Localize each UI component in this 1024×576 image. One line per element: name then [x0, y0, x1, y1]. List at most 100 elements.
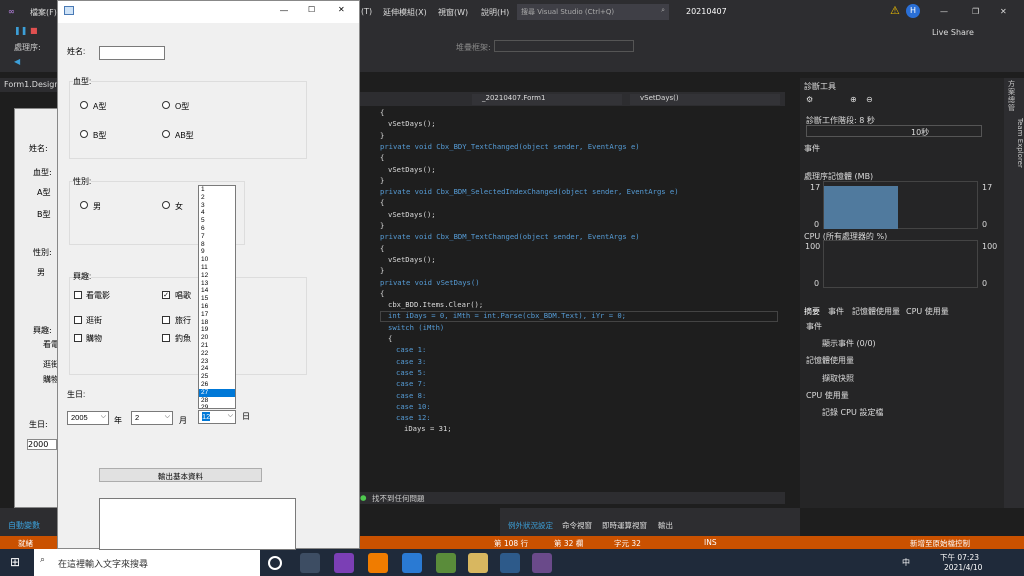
day-option[interactable]: 27: [199, 388, 235, 397]
output-textbox[interactable]: [99, 498, 296, 550]
day-combo[interactable]: 12 ⌵: [198, 410, 236, 424]
settings-icon[interactable]: ⚙: [806, 95, 813, 104]
day-option[interactable]: 19: [199, 326, 235, 334]
day-option[interactable]: 1: [199, 186, 235, 194]
hobby-movie-checkbox[interactable]: [74, 291, 82, 299]
day-option[interactable]: 26: [199, 381, 235, 389]
file-explorer-icon[interactable]: [468, 553, 488, 573]
app-icon-3[interactable]: [500, 553, 520, 573]
code-editor[interactable]: {vSetDays();} private void Cbx_BDY_TextCh…: [360, 106, 785, 492]
windows-start-icon[interactable]: ⊞: [10, 555, 20, 569]
taskbar-search[interactable]: ⌕ 在這裡輸入文字來搜尋: [34, 549, 260, 576]
blood-o-radio[interactable]: [162, 101, 170, 109]
day-option[interactable]: 16: [199, 303, 235, 311]
month-combo[interactable]: 2 ⌵: [131, 411, 173, 425]
form-minimize-icon[interactable]: —: [280, 6, 288, 15]
show-events-link[interactable]: 顯示事件 (0/0): [822, 338, 876, 349]
day-option[interactable]: 3: [199, 202, 235, 210]
day-option[interactable]: 25: [199, 373, 235, 381]
hobby-sing-checkbox[interactable]: ✓: [162, 291, 170, 299]
hobby-shopping-street-checkbox[interactable]: [74, 316, 82, 324]
team-explorer-tab[interactable]: Team Explorer: [1014, 118, 1024, 198]
day-option[interactable]: 24: [199, 365, 235, 373]
pause-icon[interactable]: ❚❚: [14, 26, 27, 35]
solution-explorer-tab[interactable]: 方案總管: [1008, 80, 1018, 112]
day-option[interactable]: 8: [199, 241, 235, 249]
xampp-icon[interactable]: [368, 553, 388, 573]
gender-female-radio[interactable]: [162, 201, 170, 209]
day-option[interactable]: 10: [199, 256, 235, 264]
blood-a-radio[interactable]: [80, 101, 88, 109]
menu-window[interactable]: 視窗(W): [438, 7, 468, 18]
year-combo[interactable]: 2005 ⌵: [67, 411, 109, 425]
app-icon-2[interactable]: [436, 553, 456, 573]
member-combo[interactable]: vSetDays(): [630, 94, 780, 105]
tab-form1-designer[interactable]: Form1.Design: [0, 78, 60, 92]
menu-tools[interactable]: (T): [361, 7, 372, 16]
day-option[interactable]: 9: [199, 248, 235, 256]
day-option[interactable]: 29: [199, 404, 235, 408]
tab-events[interactable]: 事件: [828, 306, 844, 317]
restore-icon[interactable]: ❐: [972, 7, 979, 16]
app-icon-4[interactable]: [532, 553, 552, 573]
tab-exceptions[interactable]: 例外狀況設定: [508, 520, 553, 531]
task-view-icon[interactable]: [300, 553, 320, 573]
stack-frame-combo[interactable]: [494, 40, 634, 52]
zoom-in-icon[interactable]: ⊕: [850, 95, 857, 104]
day-option[interactable]: 20: [199, 334, 235, 342]
hobby-fishing-checkbox[interactable]: [162, 334, 170, 342]
day-dropdown-list[interactable]: 1 2 3 4 5 6 7 8 9 10 11 12 13 14 15 16 17 18 19 20 21 22 23 24 2…: [198, 185, 236, 409]
tab-memory[interactable]: 記憶體使用量: [852, 306, 900, 317]
name-input[interactable]: [99, 46, 165, 60]
back-icon[interactable]: ◀: [14, 57, 20, 66]
day-option[interactable]: 5: [199, 217, 235, 225]
tab-output[interactable]: 輸出: [658, 520, 673, 531]
record-cpu-button[interactable]: 記錄 CPU 設定檔: [822, 407, 883, 418]
cortana-icon[interactable]: [268, 556, 282, 570]
day-option[interactable]: 14: [199, 287, 235, 295]
day-option[interactable]: 17: [199, 311, 235, 319]
visual-studio-icon[interactable]: [334, 553, 354, 573]
tab-cpu[interactable]: CPU 使用量: [906, 306, 949, 317]
day-option[interactable]: 15: [199, 295, 235, 303]
hobby-travel-checkbox[interactable]: [162, 316, 170, 324]
day-option[interactable]: 11: [199, 264, 235, 272]
ime-indicator[interactable]: 中: [902, 557, 910, 568]
zoom-out-icon[interactable]: ⊖: [866, 95, 873, 104]
user-avatar[interactable]: H: [906, 4, 920, 18]
day-option[interactable]: 12: [199, 272, 235, 280]
day-option[interactable]: 7: [199, 233, 235, 241]
blood-ab-radio[interactable]: [162, 130, 170, 138]
vs-search-input[interactable]: 搜尋 Visual Studio (Ctrl+Q) ⌕: [517, 4, 669, 20]
menu-file[interactable]: 檔案(F): [30, 7, 57, 18]
snapshot-button[interactable]: 擷取快照: [822, 373, 854, 384]
menu-help[interactable]: 說明(H): [481, 7, 509, 18]
day-option[interactable]: 18: [199, 319, 235, 327]
class-combo[interactable]: _20210407.Form1: [472, 94, 622, 105]
day-option[interactable]: 4: [199, 209, 235, 217]
tab-summary[interactable]: 摘要: [804, 306, 820, 317]
close-icon[interactable]: ✕: [1000, 7, 1007, 16]
day-option[interactable]: 2: [199, 194, 235, 202]
warning-icon[interactable]: ⚠: [890, 4, 900, 17]
output-info-button[interactable]: 輸出基本資料: [99, 468, 262, 482]
tab-command[interactable]: 命令視窗: [562, 520, 592, 531]
menu-extensions[interactable]: 延伸模組(X): [383, 7, 427, 18]
app-icon-1[interactable]: [402, 553, 422, 573]
blood-b-radio[interactable]: [80, 130, 88, 138]
minimize-icon[interactable]: —: [940, 7, 948, 16]
form-maximize-icon[interactable]: ☐: [308, 5, 315, 14]
day-option[interactable]: 21: [199, 342, 235, 350]
live-share-button[interactable]: Live Share: [932, 28, 974, 37]
day-option[interactable]: 6: [199, 225, 235, 233]
day-option[interactable]: 28: [199, 397, 235, 405]
hobby-buy-checkbox[interactable]: [74, 334, 82, 342]
day-option[interactable]: 23: [199, 358, 235, 366]
tab-immediate[interactable]: 即時運算視窗: [602, 520, 647, 531]
source-control-button[interactable]: 新增至原始檔控制: [910, 538, 970, 549]
day-option[interactable]: 13: [199, 280, 235, 288]
form-close-icon[interactable]: ✕: [338, 5, 345, 14]
day-option[interactable]: 22: [199, 350, 235, 358]
gender-male-radio[interactable]: [80, 201, 88, 209]
timeline-ruler[interactable]: 10秒: [806, 125, 982, 137]
